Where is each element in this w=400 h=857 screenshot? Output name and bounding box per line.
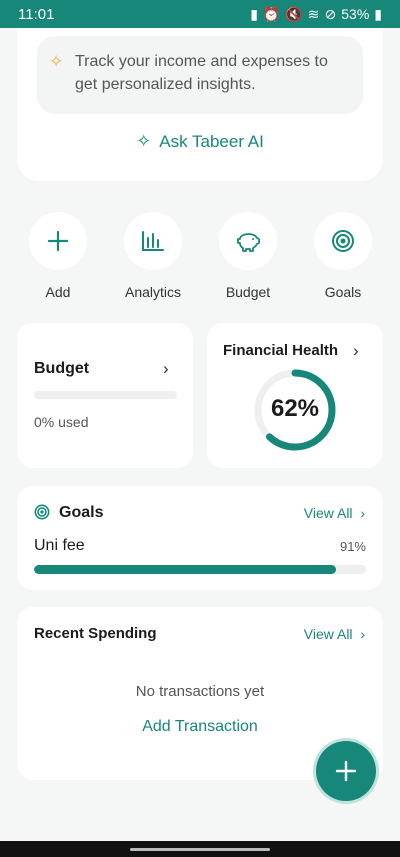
plus-icon <box>335 760 357 782</box>
goal-progress-bar <box>34 565 366 574</box>
insight-card: ✧ Track your income and expenses to get … <box>17 28 383 181</box>
goals-view-all-link[interactable]: View All › <box>304 505 365 521</box>
target-icon <box>314 212 372 270</box>
goal-progress-fill <box>34 565 337 574</box>
insight-text: Track your income and expenses to get pe… <box>75 53 328 93</box>
add-fab-button[interactable] <box>316 741 376 801</box>
quick-action-add[interactable]: Add <box>28 212 88 300</box>
dnd-icon: ⊘ <box>324 5 337 22</box>
chevron-right-icon: › <box>353 341 359 360</box>
battery-icon: ▮ <box>374 5 382 22</box>
goal-percent: 91% <box>339 539 366 554</box>
recent-spending-view-all-link[interactable]: View All › <box>304 626 365 642</box>
target-icon <box>34 504 50 520</box>
budget-card[interactable]: Budget › 0% used <box>17 323 193 468</box>
sparkle-icon: ✧ <box>136 131 152 151</box>
quick-action-budget[interactable]: Budget <box>218 212 278 300</box>
battery-level: 53% <box>341 6 370 22</box>
status-time: 11:01 <box>18 5 55 23</box>
status-icons: ▮ ⏰ 🔇 ≋ ⊘ 53% ▮ <box>250 6 382 23</box>
status-bar: 11:01 ▮ ⏰ 🔇 ≋ ⊘ 53% ▮ <box>0 0 400 28</box>
financial-health-title: Financial Health <box>223 342 339 359</box>
system-nav-bar <box>0 841 400 857</box>
sparkle-icon: ✧ <box>49 52 64 71</box>
quick-action-label: Add <box>45 284 71 300</box>
add-transaction-link[interactable]: Add Transaction <box>17 718 383 736</box>
quick-action-label: Analytics <box>124 284 182 300</box>
budget-progress-bar <box>34 391 177 399</box>
view-all-label: View All <box>303 505 353 521</box>
wifi-icon: ≋ <box>307 5 320 22</box>
insight-box: ✧ Track your income and expenses to get … <box>37 36 363 114</box>
alarm-icon: ⏰ <box>262 5 281 22</box>
budget-title: Budget <box>34 360 90 377</box>
budget-used-text: 0% used <box>34 414 89 430</box>
home-gesture-handle[interactable] <box>130 848 270 851</box>
plus-icon <box>29 212 87 270</box>
view-all-label: View All <box>303 626 353 642</box>
quick-action-goals[interactable]: Goals <box>313 212 373 300</box>
quick-action-analytics[interactable]: Analytics <box>123 212 183 300</box>
ask-ai-button[interactable]: ✧ Ask Tabeer AI <box>17 131 383 152</box>
chevron-right-icon: › <box>356 626 365 642</box>
goal-name: Uni fee <box>34 537 85 554</box>
mute-icon: 🔇 <box>285 5 303 22</box>
quick-action-label: Goals <box>324 284 362 300</box>
health-score: 62% <box>270 395 320 422</box>
quick-action-label: Budget <box>225 284 271 300</box>
notification-icon: ▮ <box>250 5 258 22</box>
goals-title: Goals <box>59 504 104 521</box>
chevron-right-icon: › <box>356 505 365 521</box>
piggy-bank-icon <box>219 212 277 270</box>
chevron-right-icon: › <box>163 359 169 378</box>
goals-card: Goals View All › Uni fee 91% <box>17 486 383 590</box>
financial-health-card[interactable]: Financial Health › 62% <box>207 323 383 468</box>
bar-chart-icon <box>124 212 182 270</box>
recent-spending-title: Recent Spending <box>34 625 157 642</box>
empty-state-text: No transactions yet <box>135 683 265 700</box>
ask-ai-label: Ask Tabeer AI <box>159 131 264 151</box>
